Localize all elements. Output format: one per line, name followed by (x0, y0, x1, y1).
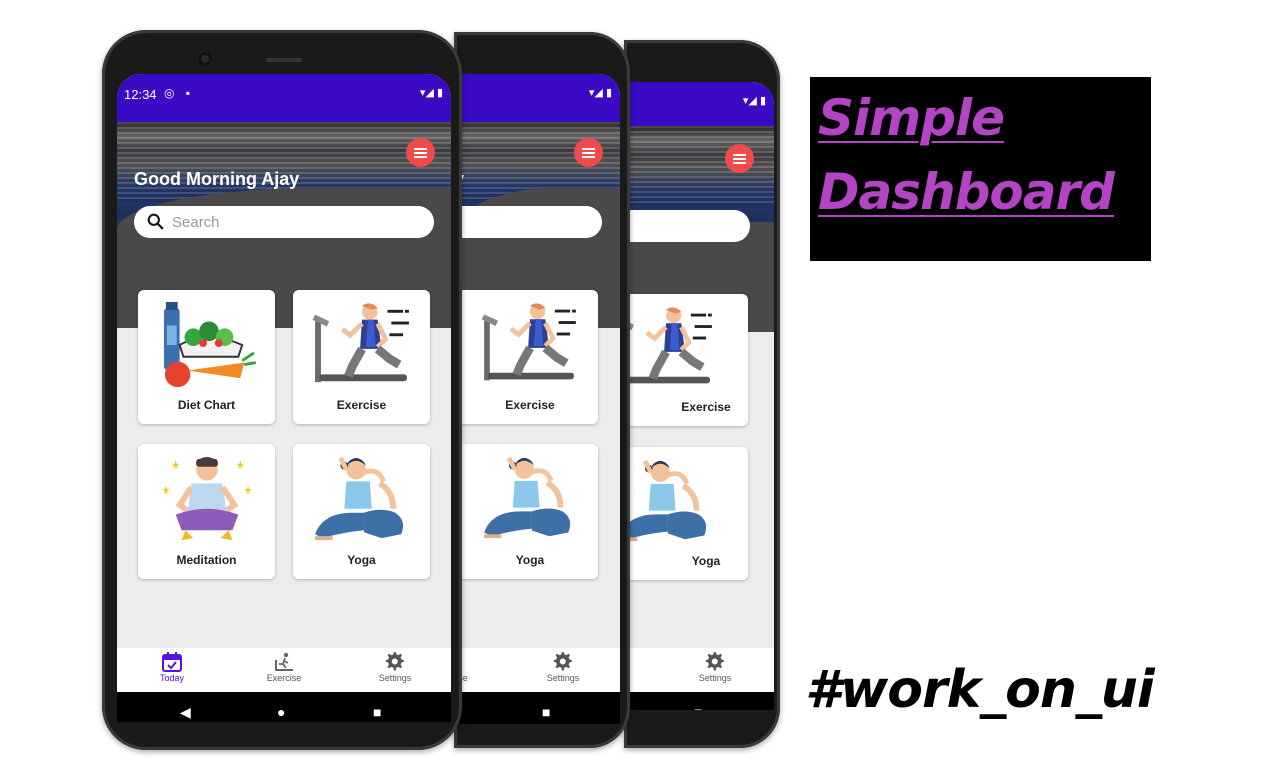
search-icon (147, 213, 164, 230)
app-screen: ▾◢ ▮ Exercise Yoga Settings ■ (628, 82, 774, 710)
treadmill-runner-icon (628, 306, 714, 392)
nav-exercise[interactable]: Exercise (249, 652, 319, 683)
yoga-pose-icon (628, 459, 714, 545)
bottom-nav: se Settings (458, 648, 620, 692)
yoga-pose-icon (482, 456, 578, 542)
diet-chart-icon (155, 302, 259, 390)
nav-settings[interactable]: Settings (360, 652, 430, 683)
recents-icon[interactable]: ■ (694, 704, 702, 710)
home-icon[interactable]: ● (277, 704, 285, 720)
back-icon[interactable]: ◀ (180, 704, 191, 721)
bottom-nav: Today Exercise Settings (117, 648, 451, 692)
notification-icons: ◎ ▪ (164, 86, 195, 100)
nav-label: Exercise (266, 673, 302, 683)
nav-exercise-partial[interactable]: se (458, 652, 498, 683)
nav-label: Settings (546, 673, 580, 683)
nav-label: Today (159, 673, 185, 683)
search-input[interactable] (458, 206, 602, 238)
gear-icon (384, 652, 406, 672)
card-exercise[interactable]: Exercise (628, 294, 748, 426)
promo-hashtag: #work_on_ui (805, 660, 1155, 720)
nav-label: Settings (698, 673, 732, 683)
card-meditation[interactable]: Meditation (138, 444, 275, 579)
search-input[interactable] (628, 210, 750, 242)
gear-icon (704, 652, 726, 672)
system-nav-bar: ■ (628, 692, 774, 710)
search-placeholder: Search (172, 214, 220, 231)
hamburger-menu-icon[interactable] (574, 138, 603, 167)
card-label: Exercise (505, 398, 555, 412)
recents-icon[interactable]: ■ (542, 704, 550, 720)
phone-mockup-back: ▾◢ ▮ Exercise Yoga Settings ■ (624, 40, 780, 748)
treadmill-runner-icon (310, 302, 414, 390)
app-screen: 12:34 ◎ ▪ ▾◢ ▮ Good Morning Ajay Search … (117, 74, 451, 722)
status-icons: ▾◢ ▮ (588, 87, 612, 99)
card-exercise[interactable]: Exercise (458, 290, 598, 424)
gear-icon (552, 652, 574, 672)
bottom-nav: Settings (628, 648, 774, 692)
greeting-text: Good Morning Ajay (134, 169, 300, 189)
hamburger-menu-icon[interactable] (725, 144, 754, 173)
status-time: 12:34 (124, 87, 157, 102)
card-diet-chart[interactable]: Diet Chart (138, 290, 275, 424)
earpiece-speaker (266, 58, 302, 62)
phone-mockup-middle: ▾◢ ▮ y Exercise Yoga se Settings ■ (454, 32, 630, 748)
yoga-pose-icon (310, 456, 414, 544)
recents-icon[interactable]: ■ (373, 704, 381, 720)
promo-title-line2: Dashboard (818, 163, 1115, 221)
nav-settings[interactable]: Settings (680, 652, 750, 683)
treadmill-runner-icon (482, 302, 578, 388)
system-nav-bar: ■ (458, 692, 620, 724)
search-input[interactable]: Search (134, 206, 434, 238)
hamburger-menu-icon[interactable] (406, 138, 435, 167)
nav-today[interactable]: Today (137, 652, 207, 683)
status-bar: ▾◢ ▮ (458, 74, 620, 122)
nav-settings[interactable]: Settings (528, 652, 598, 683)
promo-title-line1: Simple (818, 89, 1005, 147)
status-bar: 12:34 ◎ ▪ ▾◢ ▮ (117, 74, 451, 122)
card-label: Exercise (336, 398, 387, 412)
treadmill-icon (273, 652, 295, 672)
card-label: Diet Chart (177, 398, 236, 412)
nav-label: Settings (378, 673, 412, 683)
status-bar: ▾◢ ▮ (628, 82, 774, 126)
card-yoga[interactable]: Yoga (628, 447, 748, 580)
card-label: Meditation (176, 553, 237, 567)
card-label: Yoga (347, 553, 376, 567)
promo-title-box: Simple Dashboard (810, 77, 1151, 261)
card-exercise[interactable]: Exercise (293, 290, 430, 424)
meditation-icon (155, 456, 259, 544)
system-nav-bar: ◀ ● ■ (117, 692, 451, 722)
card-yoga[interactable]: Yoga (293, 444, 430, 579)
status-icons: ▾◢ ▮ (419, 87, 443, 99)
calendar-check-icon (161, 652, 183, 672)
app-screen: ▾◢ ▮ y Exercise Yoga se Settings ■ (458, 74, 620, 724)
status-icons: ▾◢ ▮ (742, 95, 766, 107)
card-yoga[interactable]: Yoga (458, 444, 598, 579)
card-label: Yoga (515, 553, 545, 567)
card-label: Exercise (681, 400, 731, 414)
front-camera (198, 52, 212, 66)
phone-mockup-front: 12:34 ◎ ▪ ▾◢ ▮ Good Morning Ajay Search … (102, 30, 462, 750)
card-label: Yoga (691, 554, 721, 568)
